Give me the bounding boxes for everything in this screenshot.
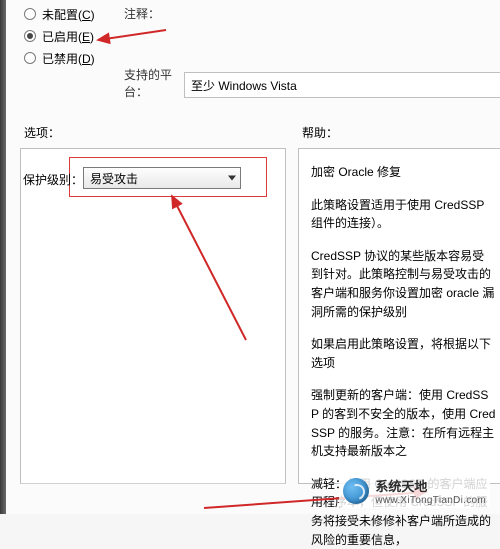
radio-label: 已启用(E) <box>42 28 94 45</box>
radio-label: 已禁用(D) <box>42 50 95 67</box>
dialog-content: 未配置(C) 已启用(E) 已禁用(D) 注释： 支持的平台： 至少 Windo… <box>6 0 500 514</box>
label-suffix: ) <box>90 30 94 44</box>
help-paragraph: 此策略设置适用于使用 CredSSP 组件的连接）。 <box>311 196 496 233</box>
label-suffix: ) <box>91 52 95 66</box>
help-paragraph: 强制更新的客户端：使用 CredSSP 的客到不安全的版本，使用 CredSSP… <box>311 386 496 460</box>
platform-row: 支持的平台： <box>6 70 184 96</box>
chevron-down-icon <box>228 176 236 181</box>
radio-enabled[interactable]: 已启用(E) <box>24 26 500 46</box>
label-text: 已启用( <box>42 30 82 44</box>
help-panel: 加密 Oracle 修复 此策略设置适用于使用 CredSSP 组件的连接）。 … <box>298 148 500 484</box>
supported-platform-box: 至少 Windows Vista <box>184 72 500 98</box>
watermark-text: 系统天地 www.XiTongTianDi.com <box>375 476 486 506</box>
platform-label: 支持的平台： <box>124 66 184 100</box>
radio-disabled[interactable]: 已禁用(D) <box>24 48 500 68</box>
options-header: 选项： <box>24 124 302 141</box>
radio-indicator <box>24 52 36 64</box>
help-paragraph: CredSSP 协议的某些版本容易受到针对。此策略控制与易受攻击的客户端和服务你… <box>311 247 496 321</box>
watermark-name: 系统天地 <box>375 476 486 495</box>
watermark: 系统天地 www.XiTongTianDi.com <box>339 474 490 508</box>
accel-key: E <box>82 30 90 44</box>
help-header: 帮助： <box>302 124 338 141</box>
dropdown-value: 易受攻击 <box>90 170 138 187</box>
section-headers: 选项： 帮助： <box>24 124 500 141</box>
protection-level-dropdown[interactable]: 易受攻击 <box>83 167 241 189</box>
watermark-logo-icon <box>343 478 369 504</box>
note-label: 注释： <box>124 5 180 22</box>
help-paragraph: 如果启用此策略设置，将根据以下选项 <box>311 335 496 372</box>
platform-value: 至少 Windows Vista <box>191 79 297 93</box>
note-row: 注释： <box>6 0 180 26</box>
help-title: 加密 Oracle 修复 <box>311 163 496 182</box>
options-panel: 保护级别： 易受攻击 <box>20 148 286 484</box>
label-text: 已禁用( <box>42 52 82 66</box>
protection-level-label: 保护级别： <box>23 171 83 188</box>
radio-indicator <box>24 30 36 42</box>
accel-key: D <box>82 52 91 66</box>
watermark-url: www.XiTongTianDi.com <box>375 495 486 506</box>
